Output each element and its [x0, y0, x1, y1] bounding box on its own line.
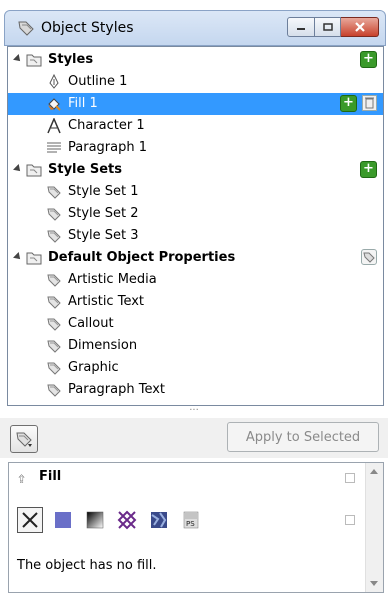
tree-group-label: Styles: [48, 52, 94, 67]
maximize-icon: [322, 23, 333, 31]
fill-description: The object has no fill.: [17, 558, 157, 573]
tree-item-artistic-media[interactable]: Artistic Media: [8, 269, 383, 291]
close-button[interactable]: [341, 17, 379, 37]
svg-text:PS: PS: [186, 520, 195, 528]
fountain-fill-button[interactable]: [83, 508, 107, 532]
uniform-fill-icon: [55, 512, 71, 528]
tree-item-style-set-1[interactable]: Style Set 1: [8, 181, 383, 203]
uniform-fill-button[interactable]: [51, 508, 75, 532]
fountain-fill-icon: [86, 511, 104, 529]
default-properties-button[interactable]: [361, 249, 377, 265]
pattern-fill-button[interactable]: [115, 508, 139, 532]
add-child-style-button[interactable]: +: [340, 95, 357, 112]
fill-type-checkbox[interactable]: [345, 515, 355, 525]
tree-item-label: Callout: [68, 316, 114, 331]
pattern-fill-icon: [117, 510, 137, 530]
object-styles-icon: [18, 21, 34, 36]
apply-to-selected-button[interactable]: Apply to Selected: [227, 422, 379, 452]
fill-properties-panel: ⮸ Fill PS The object has no fill.: [8, 462, 384, 593]
tree-item-label: Artistic Text: [68, 294, 145, 309]
scroll-down-icon[interactable]: [370, 581, 378, 586]
tree-item-label: Dimension: [68, 338, 138, 353]
styles-tree[interactable]: Styles + Outline 1 Fill 1 + Character 1 …: [7, 46, 384, 406]
fill-section-header[interactable]: ⮸ Fill: [9, 463, 364, 491]
tree-item-label: Style Set 1: [68, 184, 139, 199]
style-set-icon: [47, 186, 61, 199]
tree-item-style-set-2[interactable]: Style Set 2: [8, 203, 383, 225]
postscript-fill-button[interactable]: PS: [179, 508, 203, 532]
style-set-icon: [47, 208, 61, 221]
tree-item-style-set-3[interactable]: Style Set 3: [8, 225, 383, 247]
section-title: Fill: [39, 469, 62, 484]
tree-item-label: Paragraph 1: [68, 140, 147, 155]
window-controls: [287, 17, 379, 37]
section-toggle-checkbox[interactable]: [345, 473, 355, 483]
tree-item-label: Fill 1: [68, 96, 98, 111]
fill-type-row: PS: [17, 507, 211, 533]
add-style-set-button[interactable]: +: [360, 161, 377, 178]
style-set-icon: [47, 296, 61, 309]
style-set-icon: [47, 340, 61, 353]
tree-item-paragraph-text[interactable]: Paragraph Text: [8, 379, 383, 401]
tree-item-artistic-text[interactable]: Artistic Text: [8, 291, 383, 313]
pen-nib-icon: [49, 74, 59, 89]
object-styles-window: Object Styles Styles + Outline 1 Fill 1 …: [0, 0, 388, 593]
splitter-grip[interactable]: ···: [0, 406, 388, 418]
tree-item-fill-1[interactable]: Fill 1 +: [8, 93, 383, 115]
folder-style-sets-icon: [26, 164, 42, 177]
minimize-icon: [297, 28, 305, 30]
tree-item-label: Style Set 2: [68, 206, 139, 221]
tree-item-label: Outline 1: [68, 74, 128, 89]
style-set-icon: [47, 230, 61, 243]
expand-arrow-icon[interactable]: [13, 252, 23, 262]
postscript-fill-icon: PS: [183, 511, 199, 529]
maximize-button[interactable]: [315, 17, 341, 37]
character-a-icon: [47, 118, 61, 134]
style-set-icon: [47, 384, 61, 397]
tree-item-label: Graphic: [68, 360, 119, 375]
expand-arrow-icon[interactable]: [13, 164, 23, 174]
tree-item-callout[interactable]: Callout: [8, 313, 383, 335]
tree-group-style-sets[interactable]: Style Sets +: [8, 159, 383, 181]
style-options-button[interactable]: [10, 425, 38, 453]
add-style-button[interactable]: +: [360, 51, 377, 68]
tree-item-outline-1[interactable]: Outline 1: [8, 71, 383, 93]
window-title: Object Styles: [41, 20, 134, 36]
close-icon: [354, 22, 365, 32]
tree-item-label: Character 1: [68, 118, 145, 133]
style-set-icon: [47, 362, 61, 375]
scroll-up-icon[interactable]: [370, 469, 378, 474]
paragraph-lines-icon: [47, 142, 61, 153]
tree-group-default-object-properties[interactable]: Default Object Properties: [8, 247, 383, 269]
collapse-chevron-icon[interactable]: ⮸: [18, 471, 25, 490]
tree-item-graphic[interactable]: Graphic: [8, 357, 383, 379]
expand-arrow-icon[interactable]: [13, 54, 23, 64]
paint-bucket-icon: [48, 98, 61, 111]
style-tag-icon: [363, 252, 375, 263]
tree-group-styles[interactable]: Styles +: [8, 49, 383, 71]
minimize-button[interactable]: [287, 17, 315, 37]
style-set-icon: [47, 274, 61, 287]
no-fill-icon: [22, 512, 38, 528]
tree-group-label: Style Sets: [48, 162, 122, 177]
tree-item-paragraph-1[interactable]: Paragraph 1: [8, 137, 383, 159]
folder-styles-icon: [26, 54, 42, 67]
texture-fill-button[interactable]: [147, 508, 171, 532]
tree-group-label: Default Object Properties: [48, 250, 236, 265]
tree-item-label: Artistic Media: [68, 272, 157, 287]
tree-item-character-1[interactable]: Character 1: [8, 115, 383, 137]
folder-defaults-icon: [26, 252, 42, 265]
no-fill-button[interactable]: [17, 507, 43, 533]
delete-style-button[interactable]: [362, 95, 377, 111]
trash-icon: [365, 97, 374, 109]
tree-item-label: Style Set 3: [68, 228, 139, 243]
tree-item-dimension[interactable]: Dimension: [8, 335, 383, 357]
style-set-icon: [47, 318, 61, 331]
title-bar[interactable]: Object Styles: [4, 10, 386, 46]
properties-scrollbar[interactable]: [365, 463, 383, 592]
style-options-icon: [16, 432, 32, 447]
texture-fill-icon: [151, 512, 167, 528]
tree-item-label: Paragraph Text: [68, 382, 166, 397]
